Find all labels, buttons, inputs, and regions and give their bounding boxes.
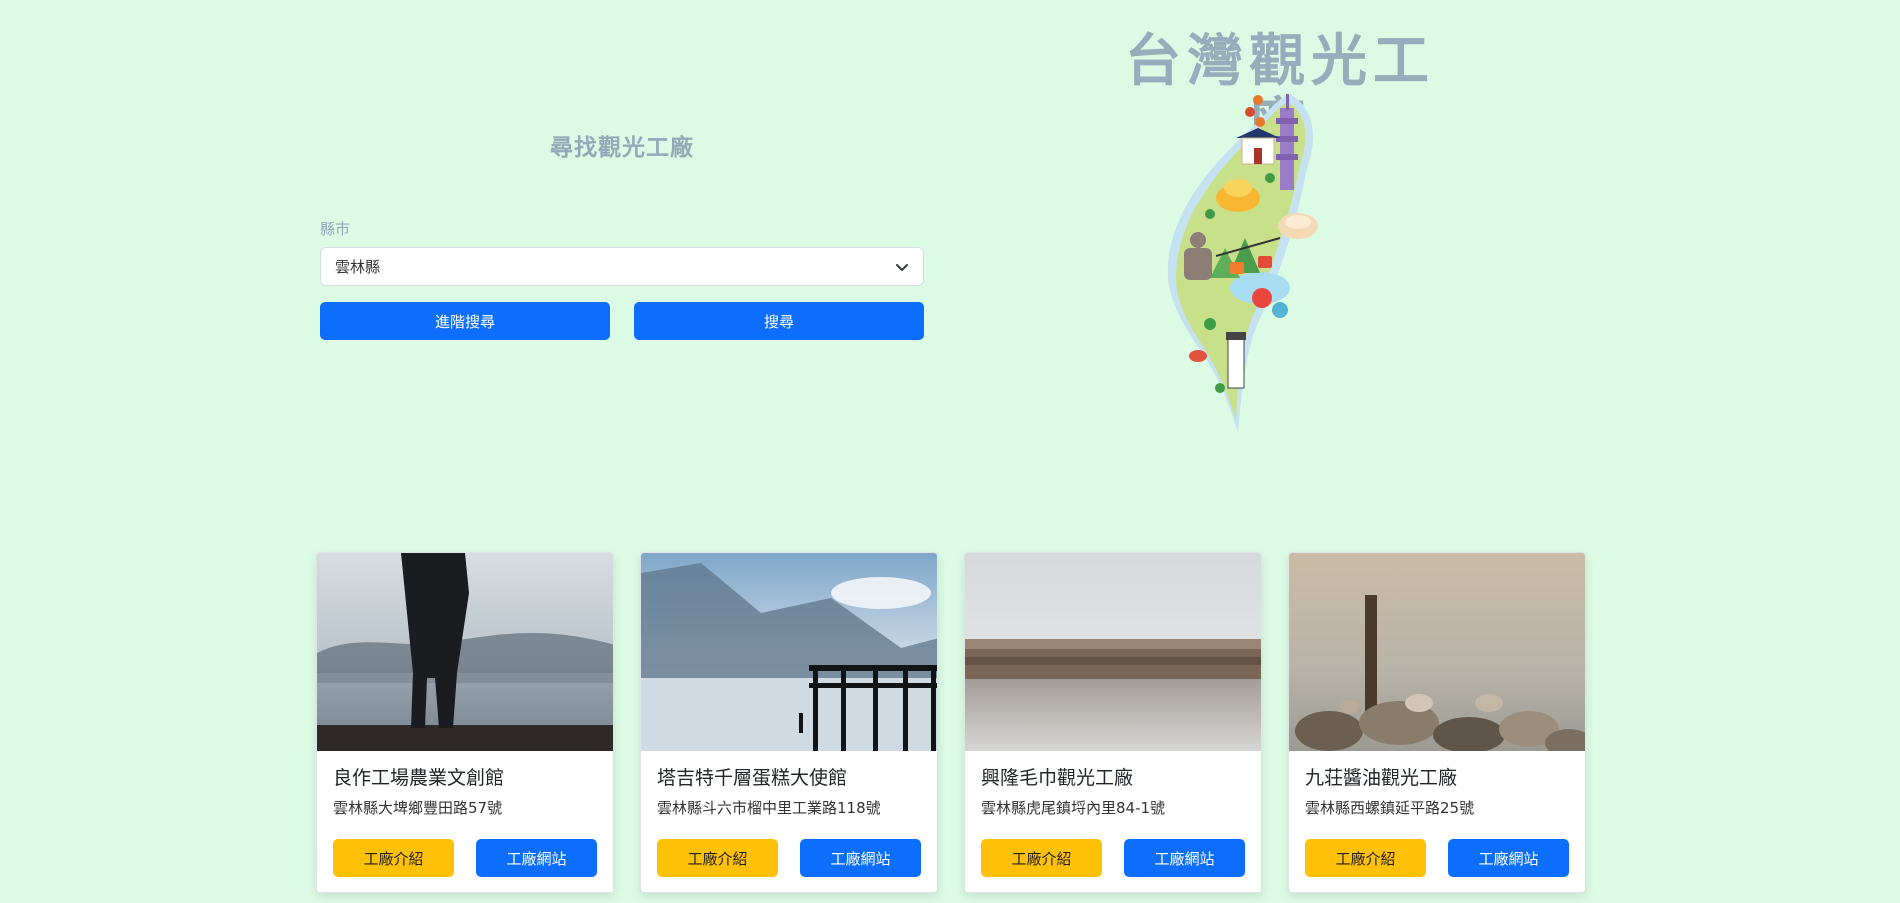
county-select[interactable]: 雲林縣 — [320, 247, 924, 286]
factory-intro-button[interactable]: 工廠介紹 — [657, 839, 778, 877]
factory-card-list: 良作工場農業文創館 雲林縣大埤鄉豐田路57號 工廠介紹 工廠網站 塔吉特千層蛋糕… — [316, 552, 1586, 893]
card-photo-rocks-post — [1289, 553, 1585, 751]
factory-website-button[interactable]: 工廠網站 — [476, 839, 597, 877]
card-address: 雲林縣虎尾鎮埒內里84-1號 — [981, 799, 1166, 817]
factory-card: 良作工場農業文創館 雲林縣大埤鄉豐田路57號 工廠介紹 工廠網站 — [316, 552, 614, 893]
factory-website-button[interactable]: 工廠網站 — [800, 839, 921, 877]
card-button-row: 工廠介紹 工廠網站 — [657, 839, 921, 877]
county-label: 縣市 — [320, 220, 351, 238]
factory-website-button[interactable]: 工廠網站 — [1124, 839, 1245, 877]
factory-intro-button[interactable]: 工廠介紹 — [333, 839, 454, 877]
county-select-value: 雲林縣 — [335, 258, 381, 276]
factory-card: 塔吉特千層蛋糕大使館 雲林縣斗六市榴中里工業路118號 工廠介紹 工廠網站 — [640, 552, 938, 893]
search-button[interactable]: 搜尋 — [634, 302, 924, 340]
card-title: 興隆毛巾觀光工廠 — [981, 767, 1134, 789]
factory-intro-button[interactable]: 工廠介紹 — [1305, 839, 1426, 877]
card-address: 雲林縣大埤鄉豐田路57號 — [333, 799, 503, 817]
search-heading: 尋找觀光工廠 — [550, 135, 694, 161]
card-button-row: 工廠介紹 工廠網站 — [981, 839, 1245, 877]
card-photo-breakwater — [965, 553, 1261, 751]
card-photo-person-fog — [317, 553, 613, 751]
advanced-search-button[interactable]: 進階搜尋 — [320, 302, 610, 340]
card-button-row: 工廠介紹 工廠網站 — [1305, 839, 1569, 877]
card-address: 雲林縣西螺鎮延平路25號 — [1305, 799, 1475, 817]
taiwan-map-icon — [1150, 88, 1360, 438]
card-button-row: 工廠介紹 工廠網站 — [333, 839, 597, 877]
search-button-row: 進階搜尋 搜尋 — [320, 302, 924, 340]
search-panel: 尋找觀光工廠 縣市 雲林縣 進階搜尋 搜尋 — [320, 128, 924, 340]
factory-card: 興隆毛巾觀光工廠 雲林縣虎尾鎮埒內里84-1號 工廠介紹 工廠網站 — [964, 552, 1262, 893]
card-address: 雲林縣斗六市榴中里工業路118號 — [657, 799, 881, 817]
card-photo-pier-lake — [641, 553, 937, 751]
factory-website-button[interactable]: 工廠網站 — [1448, 839, 1569, 877]
factory-intro-button[interactable]: 工廠介紹 — [981, 839, 1102, 877]
card-title: 良作工場農業文創館 — [333, 767, 505, 789]
factory-card: 九荘醬油觀光工廠 雲林縣西螺鎮延平路25號 工廠介紹 工廠網站 — [1288, 552, 1586, 893]
card-title: 塔吉特千層蛋糕大使館 — [657, 767, 848, 789]
chevron-down-icon — [895, 260, 909, 274]
card-title: 九荘醬油觀光工廠 — [1305, 767, 1458, 789]
